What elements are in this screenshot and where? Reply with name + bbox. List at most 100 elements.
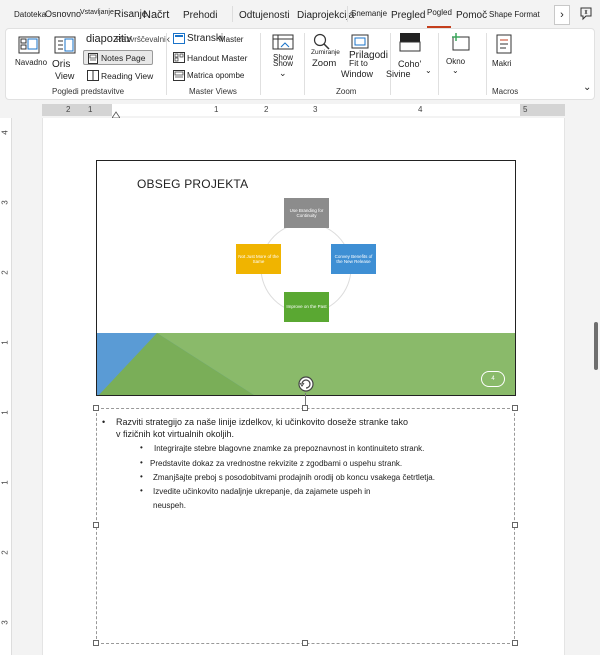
ruler-number: 1 bbox=[0, 480, 10, 485]
notes-master-button[interactable]: Matrica opombe bbox=[187, 71, 244, 80]
macros-button[interactable]: Makri bbox=[492, 59, 512, 68]
tab-animations[interactable]: Odtujenosti bbox=[239, 10, 290, 21]
ruler-number: 3 bbox=[313, 105, 318, 114]
notes-line: Razviti strategijo za naše linije izdelk… bbox=[116, 417, 408, 427]
tab-separator bbox=[347, 6, 348, 22]
sub-bullet: • bbox=[140, 486, 143, 495]
notes-subline: Predstavite dokaz za vrednostne rekvizit… bbox=[150, 459, 403, 468]
zoom-button[interactable]: Zoom bbox=[312, 58, 336, 69]
resize-handle[interactable] bbox=[93, 522, 99, 528]
tab-view[interactable]: Pogled bbox=[427, 8, 452, 17]
notes-page-button[interactable]: Notes Page bbox=[83, 50, 153, 65]
group-separator bbox=[390, 33, 391, 95]
notes-placeholder[interactable]: • Razviti strategijo za naše linije izde… bbox=[96, 408, 515, 644]
sub-bullet: • bbox=[140, 458, 143, 467]
ruler-number: 1 bbox=[88, 105, 93, 114]
resize-handle[interactable] bbox=[302, 640, 308, 646]
comments-icon[interactable] bbox=[578, 5, 594, 23]
sub-bullet: • bbox=[140, 443, 143, 452]
diagram-box-right: Convey Benefits of the New Release bbox=[331, 244, 376, 274]
color-label-b[interactable]: Sivine bbox=[386, 69, 411, 79]
tab-shape-format[interactable]: Shape Format bbox=[489, 10, 540, 19]
show-label-b[interactable]: Show bbox=[273, 59, 293, 68]
window-button[interactable]: Okno bbox=[446, 57, 465, 66]
tab-help[interactable]: Pomoč bbox=[456, 10, 487, 21]
rotate-handle-icon[interactable] bbox=[297, 375, 315, 393]
window-dropdown-caret[interactable]: ⌄ bbox=[452, 66, 459, 75]
slide-master-label-a[interactable]: Stranski bbox=[187, 33, 223, 44]
macros-group-label: Macros bbox=[492, 87, 519, 96]
slide-title: OBSEG PROJEKTA bbox=[137, 177, 249, 191]
ruler-number: 2 bbox=[264, 105, 269, 114]
ruler-margin-left bbox=[42, 104, 112, 116]
vertical-ruler: 4 3 2 1 1 1 2 3 bbox=[0, 118, 12, 655]
resize-handle[interactable] bbox=[512, 405, 518, 411]
tab-slideshow[interactable]: Diaprojekcija bbox=[297, 10, 354, 21]
normal-view-icon[interactable] bbox=[18, 35, 40, 55]
resize-handle[interactable] bbox=[302, 405, 308, 411]
tab-transitions[interactable]: Prehodi bbox=[183, 10, 217, 21]
tab-home[interactable]: Osnovno bbox=[45, 9, 81, 19]
ruler-number: 2 bbox=[66, 105, 71, 114]
notes-master-icon[interactable] bbox=[173, 70, 185, 81]
fit-label-c[interactable]: Window bbox=[341, 69, 373, 79]
ribbon-tab-bar: Datoteka Osnovno Vstavljanje Risanje Nač… bbox=[0, 0, 600, 29]
slide-background-graphic bbox=[97, 222, 515, 395]
tab-review[interactable]: Pregled bbox=[391, 10, 425, 21]
color-dropdown-caret[interactable]: ⌄ bbox=[425, 66, 432, 75]
handout-master-button[interactable]: Handout Master bbox=[187, 53, 247, 63]
notes-subline: Zmanjšajte preboj s posodobitvami prodaj… bbox=[153, 473, 435, 482]
ribbon-panel: Navadno Oris View diapozitiv Razvrščeval… bbox=[5, 28, 595, 100]
collapse-ribbon-button[interactable]: ⌄ bbox=[583, 82, 591, 93]
diagram-box-left: Not Just More of the Same bbox=[236, 244, 281, 274]
resize-handle[interactable] bbox=[93, 640, 99, 646]
ruler-number: 1 bbox=[0, 340, 10, 345]
horizontal-ruler bbox=[42, 104, 565, 116]
tab-insert[interactable]: Vstavljanje bbox=[80, 9, 114, 16]
indent-marker-icon[interactable] bbox=[112, 110, 120, 118]
tab-separator bbox=[232, 6, 233, 22]
ruler-number: 1 bbox=[0, 410, 10, 415]
group-separator bbox=[486, 33, 487, 95]
vertical-scrollbar-thumb[interactable] bbox=[594, 322, 598, 370]
slide-thumbnail[interactable]: OBSEG PROJEKTA Use Branding for Continui… bbox=[96, 160, 516, 396]
bullet: • bbox=[102, 417, 106, 427]
window-icon[interactable] bbox=[450, 32, 472, 52]
master-views-group-label: Master Views bbox=[189, 87, 237, 96]
tab-file[interactable]: Datoteka bbox=[14, 10, 46, 19]
slide-master-label-b[interactable]: Master bbox=[219, 35, 243, 44]
notes-subline: neuspeh. bbox=[153, 501, 186, 510]
slide-master-icon[interactable] bbox=[173, 33, 185, 44]
ruler-number: 2 bbox=[0, 550, 10, 555]
reading-view-icon[interactable] bbox=[87, 70, 99, 81]
notes-page-icon bbox=[88, 53, 98, 64]
outline-view-label-2[interactable]: View bbox=[55, 71, 74, 81]
macros-icon[interactable] bbox=[495, 34, 515, 56]
resize-handle[interactable] bbox=[512, 640, 518, 646]
group-separator bbox=[304, 33, 305, 95]
notes-subline: Izvedite učinkovito nadaljnje ukrepanje,… bbox=[153, 487, 371, 496]
notes-line: v fizičnih kot virtualnih okoljih. bbox=[116, 429, 235, 439]
tab-scroll-right-button[interactable]: › bbox=[554, 5, 570, 25]
slide-sorter-label-b[interactable]: Razvrščevalnik bbox=[116, 35, 170, 44]
ruler-number: 4 bbox=[418, 105, 423, 114]
normal-view-button[interactable]: Navadno bbox=[15, 58, 47, 67]
fit-to-window-icon[interactable] bbox=[351, 34, 369, 50]
tab-design[interactable]: Načrt bbox=[143, 9, 169, 21]
outline-view-label-1[interactable]: Oris bbox=[52, 59, 70, 70]
outline-view-icon[interactable] bbox=[54, 35, 76, 55]
ruler-number: 5 bbox=[523, 105, 528, 114]
zoom-small-label[interactable]: Zumiranje bbox=[311, 49, 340, 56]
show-dropdown-caret[interactable]: ⌄ bbox=[279, 68, 287, 79]
group-separator bbox=[438, 33, 439, 95]
show-icon[interactable] bbox=[272, 34, 294, 52]
color-label-a[interactable]: Coho' bbox=[398, 59, 421, 69]
reading-view-button[interactable]: Reading View bbox=[101, 71, 153, 81]
resize-handle[interactable] bbox=[93, 405, 99, 411]
fit-label-b[interactable]: Fit to bbox=[349, 58, 368, 68]
handout-master-icon[interactable] bbox=[173, 52, 185, 63]
tab-record[interactable]: Snemanje bbox=[351, 9, 387, 18]
slide-number-badge: 4 bbox=[481, 371, 505, 387]
resize-handle[interactable] bbox=[512, 522, 518, 528]
color-grayscale-icon[interactable] bbox=[399, 32, 421, 52]
